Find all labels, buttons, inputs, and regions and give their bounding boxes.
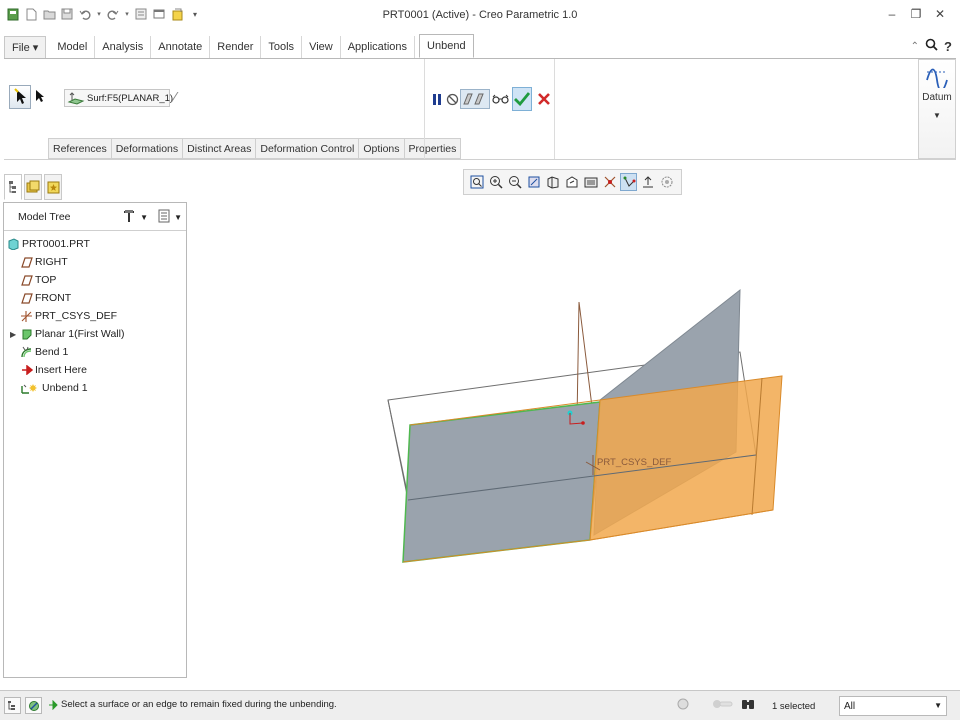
status-message-text: Select a surface or an edge to remain fi… bbox=[61, 699, 337, 710]
graphics-window[interactable]: PRT_CSYS_DEF bbox=[0, 0, 960, 720]
csys-axis-end bbox=[581, 421, 585, 425]
selection-filter[interactable]: All ▼ bbox=[839, 696, 947, 716]
find-binoculars-icon[interactable] bbox=[740, 697, 756, 714]
csys-label: PRT_CSYS_DEF bbox=[597, 457, 671, 468]
creo-window: ▾ ▾ ▾ PRT0001 (Active) - Creo Parametric… bbox=[0, 0, 960, 720]
navigator-toggle-icon[interactable] bbox=[4, 697, 21, 714]
selected-count: 1 selected bbox=[772, 701, 816, 712]
prompt-arrow-icon bbox=[49, 699, 58, 710]
browser-toggle-icon[interactable] bbox=[25, 697, 42, 714]
selection-filter-value: All bbox=[844, 700, 856, 712]
status-bar: Select a surface or an edge to remain fi… bbox=[0, 690, 960, 720]
filter-dropdown-icon[interactable]: ▼ bbox=[934, 701, 942, 710]
status-message: Select a surface or an edge to remain fi… bbox=[48, 699, 337, 710]
status-right-tools bbox=[676, 697, 756, 714]
fixed-surface bbox=[402, 401, 601, 563]
status-left-icons bbox=[4, 697, 42, 714]
regen-status-icon[interactable] bbox=[676, 697, 690, 714]
smart-selection-toggle-icon[interactable] bbox=[712, 699, 734, 712]
